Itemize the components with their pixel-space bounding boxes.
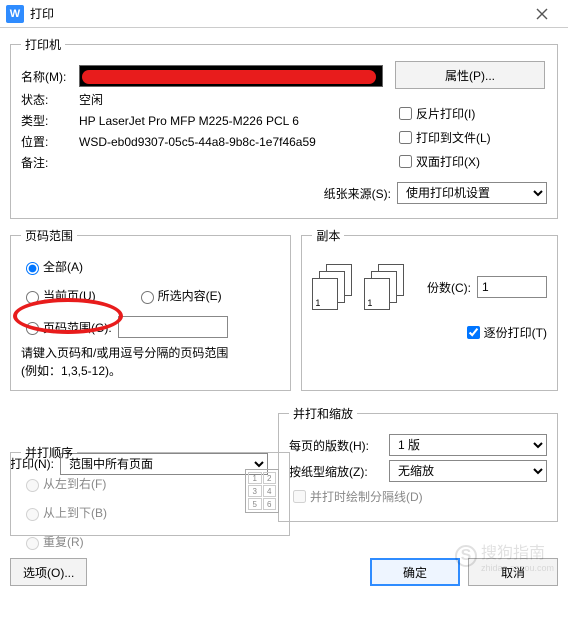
window-title: 打印 <box>30 5 522 22</box>
range-pages-label: 页码范围(G): <box>43 319 112 336</box>
paper-source-label: 纸张来源(S): <box>324 185 391 202</box>
order-repeat-radio <box>26 537 39 550</box>
separator-checkbox <box>293 490 306 503</box>
printer-legend: 打印机 <box>21 36 65 53</box>
location-label: 位置: <box>21 133 79 150</box>
comment-label: 备注: <box>21 154 79 171</box>
tofile-label: 打印到文件(L) <box>416 129 491 146</box>
status-value: 空闲 <box>79 91 103 108</box>
range-pages-input[interactable] <box>118 316 228 338</box>
perpage-select[interactable]: 1 版 <box>389 434 547 456</box>
range-all-label: 全部(A) <box>43 258 83 275</box>
scale-label: 按纸型缩放(Z): <box>289 463 389 480</box>
collate-label: 逐份打印(T) <box>484 324 547 341</box>
mirror-label: 反片打印(I) <box>416 105 475 122</box>
order-repeat-label: 重复(R) <box>43 533 84 550</box>
ok-button[interactable]: 确定 <box>370 558 460 586</box>
close-button[interactable] <box>522 0 562 28</box>
range-help-1: 请键入页码和/或用逗号分隔的页码范围 <box>21 344 280 362</box>
range-selection-label: 所选内容(E) <box>158 287 222 304</box>
range-help-2: (例如：1,3,5-12)。 <box>21 362 280 380</box>
collate-icon: 3 2 1 3 2 1 <box>312 264 406 308</box>
copies-count-input[interactable] <box>477 276 547 298</box>
order-preview-icon: 123456 <box>245 469 279 513</box>
printer-group: 打印机 名称(M): 状态: 空闲 类型: HP LaserJet Pro MF… <box>10 36 558 219</box>
status-label: 状态: <box>21 91 79 108</box>
collate-checkbox[interactable] <box>467 326 480 339</box>
range-pages-radio[interactable] <box>26 322 39 335</box>
type-value: HP LaserJet Pro MFP M225-M226 PCL 6 <box>79 114 299 128</box>
copies-count-label: 份数(C): <box>427 279 471 296</box>
scale-select[interactable]: 无缩放 <box>389 460 547 482</box>
duplex-checkbox[interactable] <box>399 155 412 168</box>
order-lr-radio <box>26 479 39 492</box>
order-group: 并打顺序 从左到右(F) 从上到下(B) 重复(R) 123456 <box>10 444 290 536</box>
range-current-label: 当前页(U) <box>43 287 96 304</box>
printer-name-dropdown[interactable] <box>79 65 383 87</box>
duplex-label: 双面打印(X) <box>416 153 480 170</box>
order-tb-label: 从上到下(B) <box>43 504 107 521</box>
tofile-checkbox[interactable] <box>399 131 412 144</box>
copies-legend: 副本 <box>312 227 344 244</box>
copies-group: 副本 3 2 1 3 2 1 份数(C): <box>301 227 558 391</box>
options-button[interactable]: 选项(O)... <box>10 558 87 586</box>
app-icon: W <box>6 5 24 23</box>
close-icon <box>536 8 548 20</box>
page-range-group: 页码范围 全部(A) 当前页(U) 所选内容(E) 页码范围(G): 请键入页码… <box>10 227 291 391</box>
type-label: 类型: <box>21 112 79 129</box>
name-label: 名称(M): <box>21 68 79 85</box>
separator-label: 并打时绘制分隔线(D) <box>310 488 423 505</box>
mirror-checkbox[interactable] <box>399 107 412 120</box>
cancel-button[interactable]: 取消 <box>468 558 558 586</box>
scale-group: 并打和缩放 每页的版数(H): 1 版 按纸型缩放(Z): 无缩放 并打时绘制分… <box>278 405 558 522</box>
range-selection-radio[interactable] <box>141 291 154 304</box>
range-all-radio[interactable] <box>26 262 39 275</box>
paper-source-select[interactable]: 使用打印机设置 <box>397 182 547 204</box>
properties-button[interactable]: 属性(P)... <box>395 61 545 89</box>
page-range-legend: 页码范围 <box>21 227 77 244</box>
order-tb-radio <box>26 508 39 521</box>
location-value: WSD-eb0d9307-05c5-44a8-9b8c-1e7f46a59 <box>79 135 316 149</box>
redaction-mark <box>82 70 376 84</box>
scale-legend: 并打和缩放 <box>289 405 357 422</box>
range-current-radio[interactable] <box>26 291 39 304</box>
order-lr-label: 从左到右(F) <box>43 475 106 492</box>
perpage-label: 每页的版数(H): <box>289 437 389 454</box>
order-legend: 并打顺序 <box>21 444 77 461</box>
